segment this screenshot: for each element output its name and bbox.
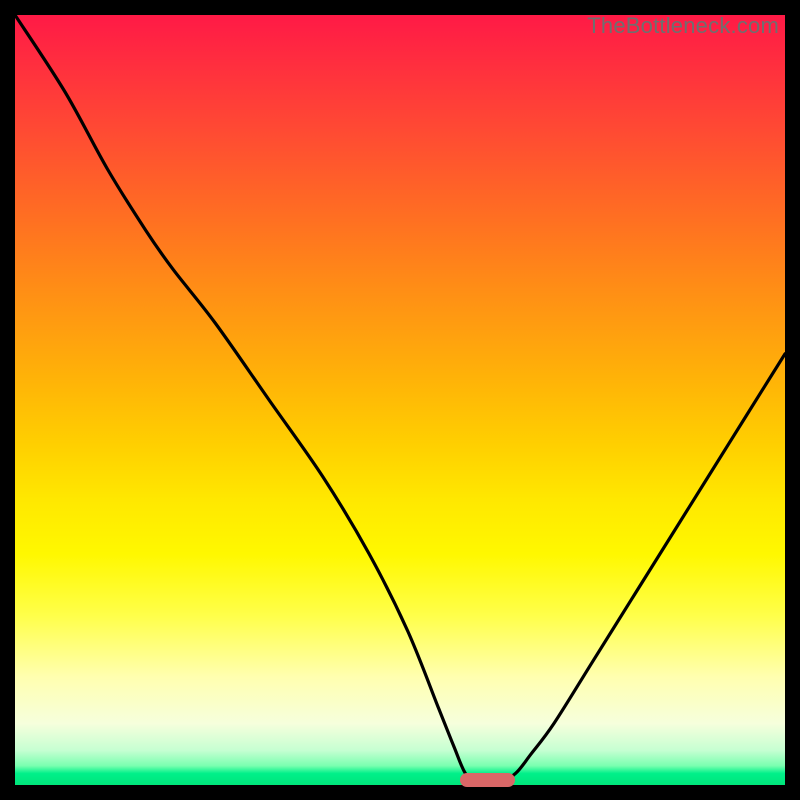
watermark-text: TheBottleneck.com: [587, 13, 779, 39]
chart-frame: TheBottleneck.com: [0, 0, 800, 800]
curve-svg: [15, 15, 785, 785]
bottleneck-curve-path: [15, 15, 785, 782]
plot-area: TheBottleneck.com: [15, 15, 785, 785]
optimal-marker: [460, 773, 515, 787]
